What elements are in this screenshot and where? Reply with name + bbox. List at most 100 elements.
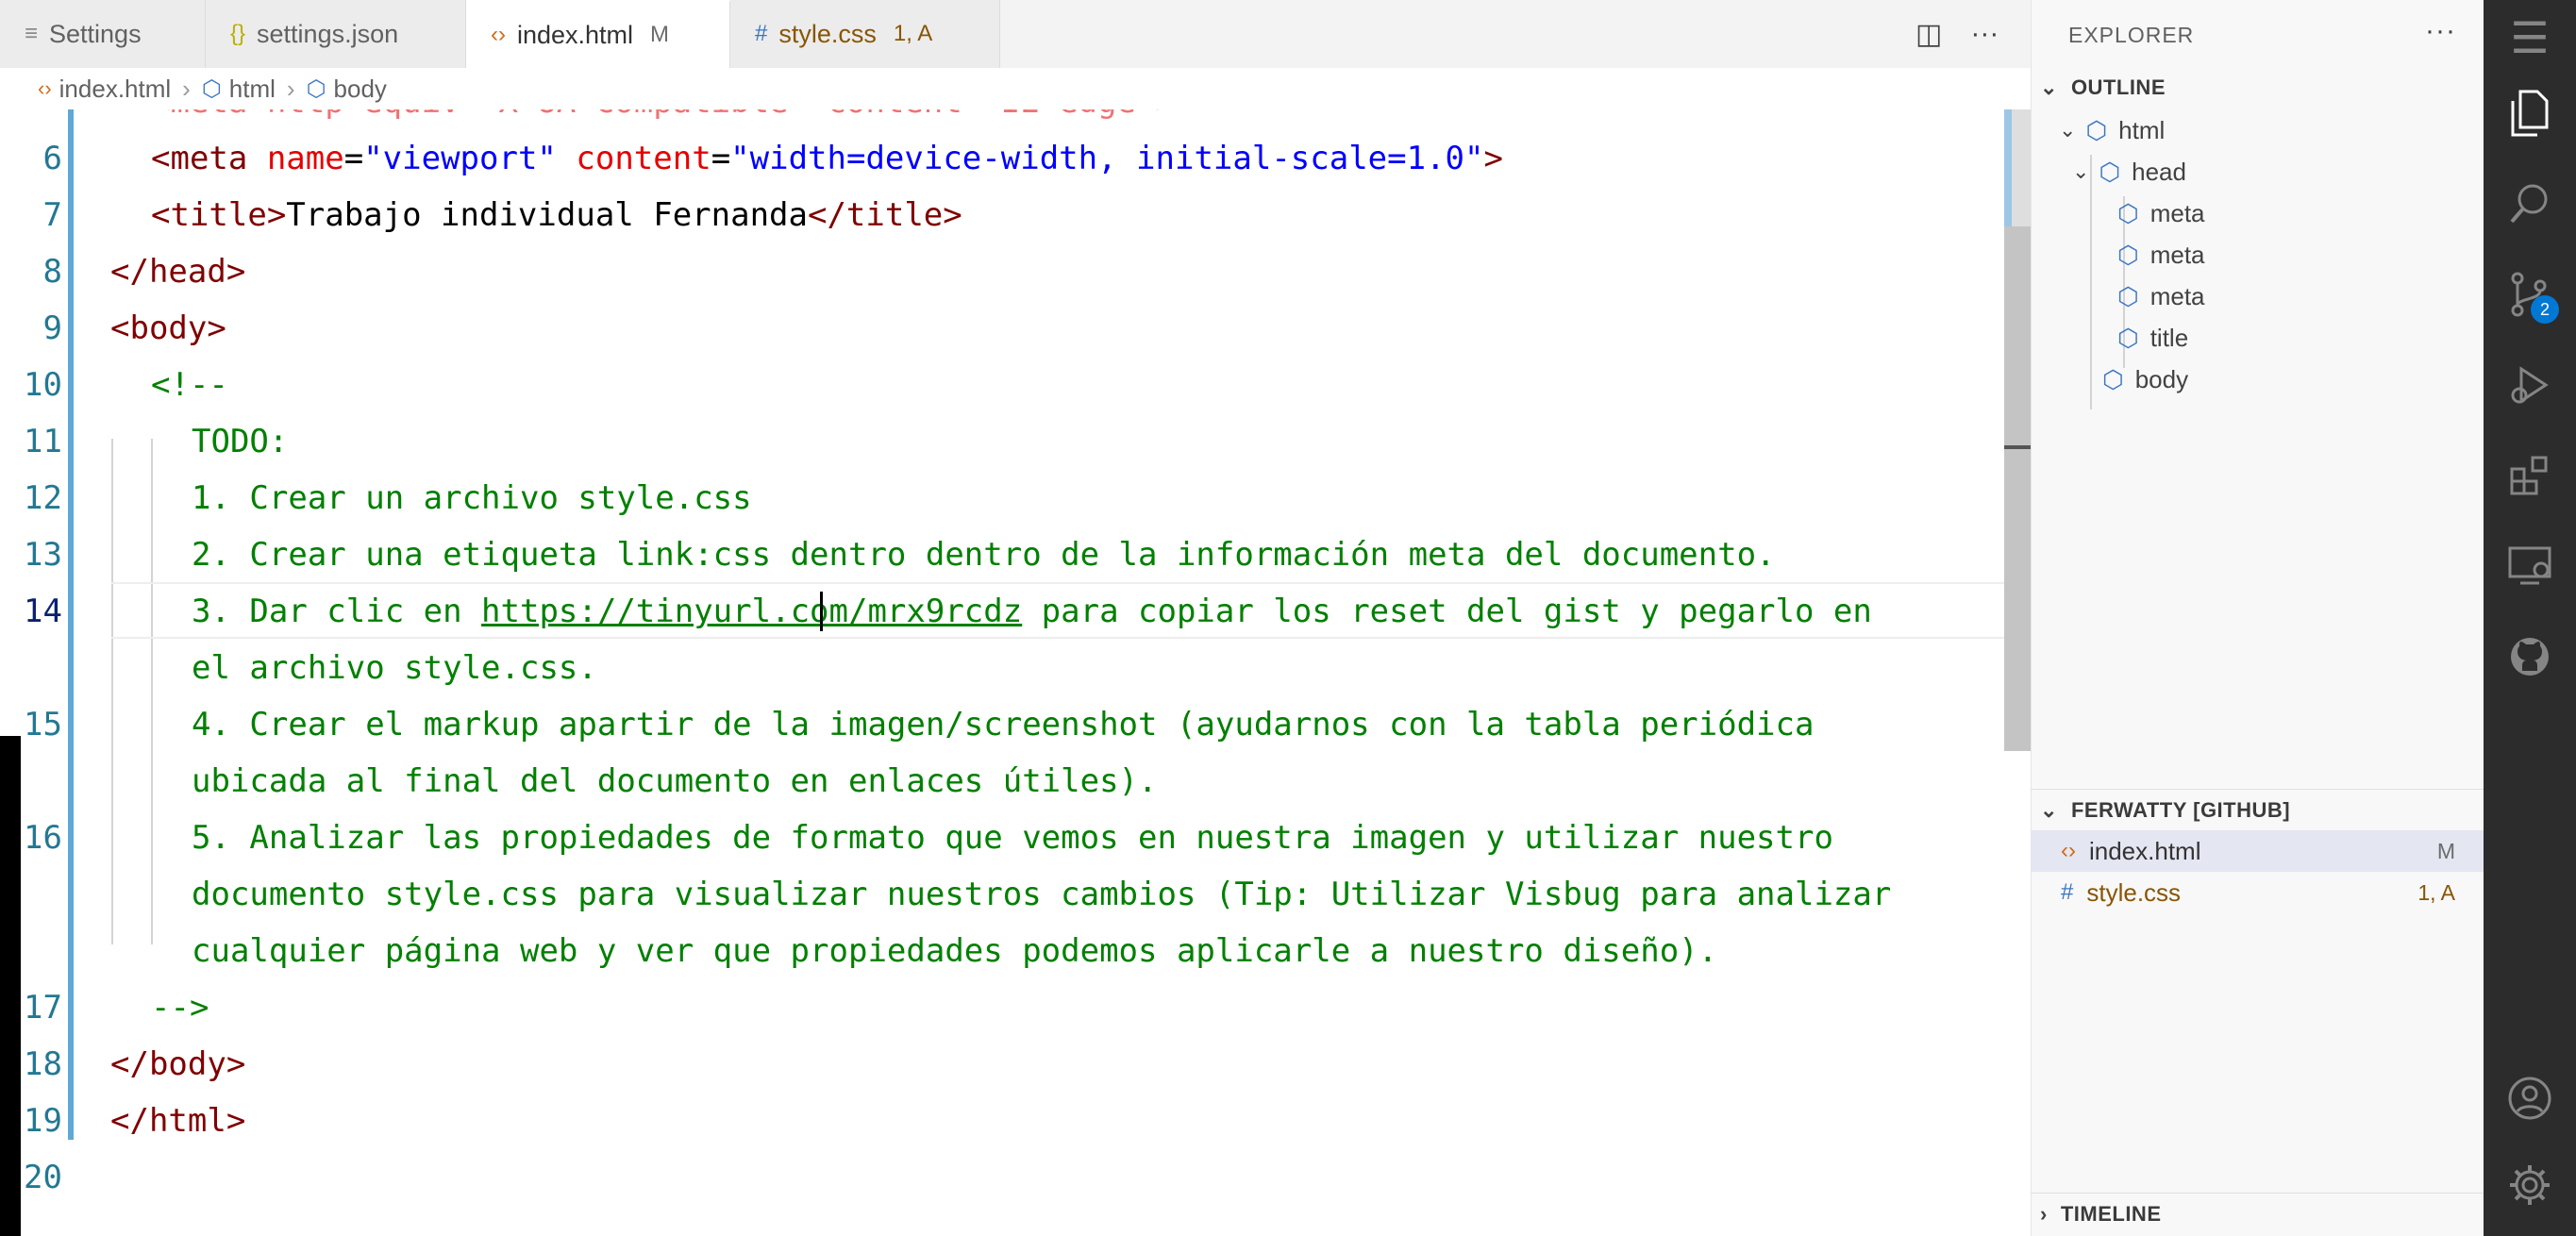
code-line-11: TODO: xyxy=(192,423,289,460)
code-line-15: 4. Crear el markup apartir de la imagen/… xyxy=(192,706,1815,743)
outline-label: title xyxy=(2149,323,2189,352)
code-line-7: <title>Trabajo individual Fernanda</titl… xyxy=(151,196,962,234)
code-line-16-wrap: cualquier página web y ver que propiedad… xyxy=(192,932,1718,970)
tab-label: style.css xyxy=(778,19,877,48)
html-file-icon: ‹› xyxy=(2061,838,2076,863)
tab-bar: ≡ Settings {} settings.json ‹› index.htm… xyxy=(0,0,2031,69)
timeline-section-header[interactable]: › TIMELINE xyxy=(2040,1202,2162,1227)
breadcrumb-file[interactable]: ‹› index.html xyxy=(38,75,171,104)
more-actions-icon[interactable]: ··· xyxy=(2425,15,2456,47)
line-number: 10 xyxy=(24,366,62,404)
tab-style-css[interactable]: # style.css 1, A xyxy=(730,0,1000,68)
file-style-css[interactable]: # style.css 1, A xyxy=(2031,872,2484,913)
scrollbar-cursor-marker xyxy=(2004,445,2031,449)
repo-section-header[interactable]: ⌄ FERWATTY [GITHUB] xyxy=(2040,798,2290,823)
line-number: 11 xyxy=(24,423,62,460)
tab-settings-json[interactable]: {} settings.json xyxy=(206,0,466,68)
outline-item-title[interactable]: ⬡ title xyxy=(2117,317,2188,359)
code-line-17: --> xyxy=(151,989,209,1027)
outline-item-meta[interactable]: ⬡ meta xyxy=(2117,192,2205,234)
cube-icon: ⬡ xyxy=(306,75,326,102)
line-number: 8 xyxy=(42,253,62,291)
code-line-15-wrap: ubicada al final del documento en enlace… xyxy=(192,762,1158,800)
section-title: TIMELINE xyxy=(2060,1202,2162,1226)
tab-modified-badge: M xyxy=(650,22,670,47)
editor-actions: ◫ ··· xyxy=(1915,0,1999,68)
remote-explorer-icon[interactable] xyxy=(2484,528,2576,604)
tab-label: settings.json xyxy=(257,19,399,48)
outline-label: meta xyxy=(2149,198,2205,227)
chevron-right-icon: › xyxy=(286,74,295,103)
text-cursor xyxy=(820,592,823,631)
tab-label: Settings xyxy=(49,19,142,48)
code-line-18: </body> xyxy=(110,1045,246,1083)
line-number: 6 xyxy=(42,140,62,177)
chevron-down-icon: ⌄ xyxy=(2040,798,2058,822)
braces-icon: {} xyxy=(230,21,246,46)
outline-label: html xyxy=(2118,115,2166,144)
line-number: 13 xyxy=(24,536,62,574)
cube-icon: ⬡ xyxy=(2085,115,2108,144)
outline-label: meta xyxy=(2149,281,2205,310)
cube-icon: ⬡ xyxy=(2117,281,2139,310)
code-line-9: <body> xyxy=(110,309,226,347)
gear-icon[interactable] xyxy=(2484,1147,2576,1223)
scrollbar-thumb[interactable] xyxy=(2004,226,2031,751)
extensions-icon[interactable] xyxy=(2484,438,2576,513)
menu-icon[interactable]: ☰ xyxy=(2484,0,2576,75)
cube-icon: ⬡ xyxy=(2102,364,2124,393)
code-line-6: <meta name="viewport" content="width=dev… xyxy=(151,140,1503,177)
outline-item-html[interactable]: ⌄ ⬡ html xyxy=(2059,109,2165,151)
source-control-icon[interactable] xyxy=(2484,257,2576,332)
html-file-icon: ‹› xyxy=(491,22,506,47)
line-number: 7 xyxy=(42,196,62,234)
code-line-19: </html> xyxy=(110,1102,246,1140)
outline-item-meta[interactable]: ⬡ meta xyxy=(2117,234,2205,276)
breadcrumb: ‹› index.html › ⬡ html › ⬡ body xyxy=(0,68,2031,109)
tree-indent-guide xyxy=(2090,155,2092,409)
scrollbar-change-marker xyxy=(2004,109,2012,226)
split-editor-icon[interactable]: ◫ xyxy=(1915,18,1942,51)
breadcrumb-label: html xyxy=(228,74,276,103)
explorer-icon[interactable] xyxy=(2484,75,2576,151)
window-edge xyxy=(0,736,21,1236)
breadcrumb-label: body xyxy=(333,74,387,103)
section-title: FERWATTY [GITHUB] xyxy=(2070,798,2291,822)
account-icon[interactable] xyxy=(2484,1061,2576,1136)
outline-label: meta xyxy=(2149,240,2205,269)
outline-item-head[interactable]: ⌄ ⬡ head xyxy=(2072,151,2186,192)
file-name: index.html xyxy=(2088,836,2201,865)
section-divider xyxy=(2031,1193,2484,1194)
chevron-right-icon: › xyxy=(2040,1202,2048,1226)
section-title: OUTLINE xyxy=(2070,75,2166,99)
outline-section-header[interactable]: ⌄ OUTLINE xyxy=(2040,75,2166,100)
settings-file-icon: ≡ xyxy=(25,21,39,46)
breadcrumb-label: index.html xyxy=(59,74,172,103)
outline-item-body[interactable]: ⬡ body xyxy=(2102,359,2188,400)
outline-item-meta[interactable]: ⬡ meta xyxy=(2117,276,2205,317)
tab-index-html[interactable]: ‹› index.html M xyxy=(466,0,730,68)
tab-status-badge: 1, A xyxy=(893,21,933,46)
file-index-html[interactable]: ‹› index.html M xyxy=(2031,830,2484,872)
chevron-right-icon: › xyxy=(182,74,191,103)
chevron-down-icon: ⌄ xyxy=(2040,75,2058,99)
search-icon[interactable] xyxy=(2484,166,2576,242)
outline-label: head xyxy=(2132,157,2186,186)
modified-lines-gutter xyxy=(68,109,74,1140)
line-number: 9 xyxy=(42,309,62,347)
run-debug-icon[interactable] xyxy=(2484,347,2576,423)
more-actions-icon[interactable]: ··· xyxy=(1970,18,1999,50)
explorer-title: EXPLORER xyxy=(2068,23,2195,47)
clipped-code-line: <meta http-equiv="X-UA-Compatible" conte… xyxy=(151,109,1175,121)
breadcrumb-body[interactable]: ⬡ body xyxy=(307,75,387,104)
section-divider xyxy=(2031,789,2484,790)
code-line-16: 5. Analizar las propiedades de formato q… xyxy=(192,819,1833,857)
current-line-highlight xyxy=(111,582,2031,639)
code-editor[interactable]: <meta http-equiv="X-UA-Compatible" conte… xyxy=(0,109,2031,1236)
file-name: style.css xyxy=(2086,877,2182,907)
github-icon[interactable] xyxy=(2484,619,2576,694)
line-number: 12 xyxy=(24,479,62,517)
cube-icon: ⬡ xyxy=(2099,157,2121,186)
tab-settings[interactable]: ≡ Settings xyxy=(0,0,206,68)
breadcrumb-html[interactable]: ⬡ html xyxy=(202,75,276,104)
